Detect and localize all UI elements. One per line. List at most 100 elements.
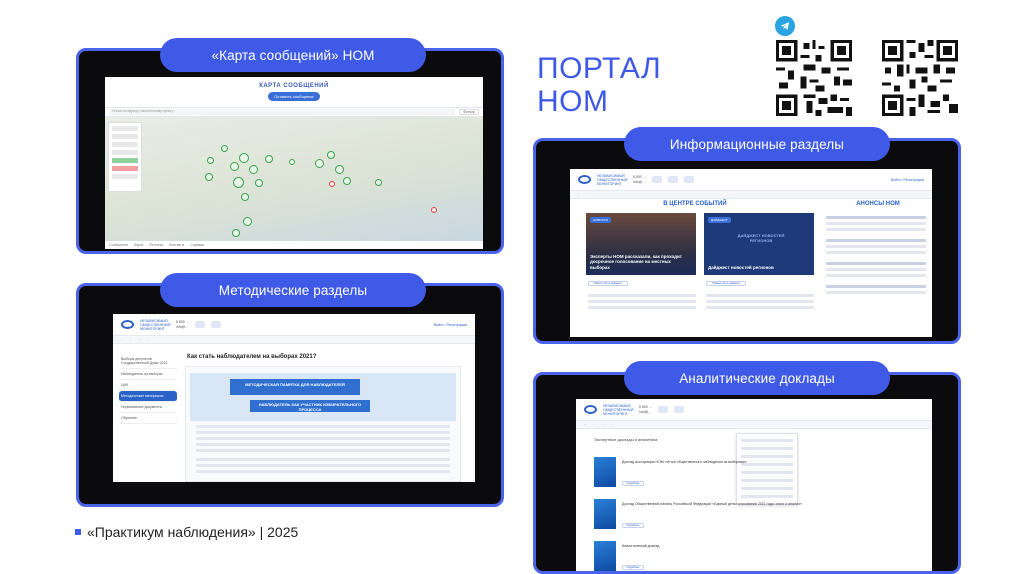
map-marker[interactable] (375, 179, 382, 186)
map-marker[interactable] (230, 162, 239, 171)
map-marker[interactable] (207, 157, 214, 164)
map-footer-link[interactable]: Карта (134, 243, 143, 247)
report-cover (594, 541, 616, 571)
map-marker[interactable] (243, 217, 252, 226)
portal-title-line2: НОМ (537, 85, 609, 118)
map-marker[interactable] (265, 155, 273, 163)
map-panel: КАРТА СООБЩЕНИЙ Оставить сообщение Поиск… (76, 48, 504, 254)
method-screenshot: НЕЗАВИСИМЫЙ ОБЩЕСТВЕННЫЙ МОНИТОРИНГ 8 80… (113, 314, 475, 482)
slide: ПОРТАЛ НОМ КАРТА СООБЩЕНИЙ Оставить сооб… (0, 0, 1024, 574)
telegram-icon[interactable] (667, 176, 678, 183)
eye-logo-icon (121, 320, 134, 329)
site-logo-text: НЕЗАВИСИМЫЙ ОБЩЕСТВЕННЫЙ МОНИТОРИНГ (597, 173, 628, 186)
digest-card-text (706, 291, 814, 309)
map-canvas[interactable] (105, 117, 483, 241)
vk-icon[interactable] (651, 176, 662, 183)
news-card-tag: НОВОСТИ (590, 217, 611, 223)
login-link[interactable]: Войти / Регистрация (434, 323, 467, 327)
map-filter-button[interactable]: Фильтр (459, 109, 479, 115)
reports-section-title: Экспертные доклады и аналитика (594, 437, 658, 442)
news-card[interactable]: НОВОСТИ Эксперты НОМ рассказали, как про… (586, 213, 696, 275)
reports-screenshot: НЕЗАВИСИМЫЙ ОБЩЕСТВЕННЫЙ МОНИТОРИНГ 8 80… (576, 399, 932, 571)
report-cover (594, 457, 616, 487)
digest-card[interactable]: ДАЙДЖЕСТ ДАЙДЖЕСТ НОВОСТЕЙ РЕГИОНОВ Дайд… (704, 213, 814, 275)
reports-panel-label: Аналитические доклады (624, 361, 890, 395)
site-header: НЕЗАВИСИМЫЙ ОБЩЕСТВЕННЫЙ МОНИТОРИНГ 8 80… (576, 399, 932, 421)
vk-icon[interactable] (194, 321, 205, 328)
report-title: Доклад Общественной палаты Российской Фе… (622, 502, 802, 506)
announce-list (826, 213, 926, 294)
site-logo-text: НЕЗАВИСИМЫЙ ОБЩЕСТВЕННЫЙ МОНИТОРИНГ (140, 318, 171, 331)
map-marker[interactable] (335, 165, 344, 174)
map-marker[interactable] (329, 181, 335, 187)
map-screenshot: КАРТА СООБЩЕНИЙ Оставить сообщение Поиск… (105, 77, 483, 249)
site-contacts: 8 800 ... info@... (176, 319, 189, 329)
map-marker[interactable] (221, 145, 228, 152)
map-footer: Сообщения Карта Регионы Контакты Справка (105, 241, 483, 249)
news-card-title: Эксперты НОМ рассказали, как проходит до… (590, 253, 682, 270)
eye-logo-icon (578, 175, 591, 184)
map-search-input[interactable]: Поиск по адресу, населённому пункту (109, 109, 456, 115)
map-marker[interactable] (205, 173, 213, 181)
method-banner: МЕТОДИЧЕСКАЯ ПАМЯТКА ДЛЯ НАБЛЮДАТЕЛЕЙ НА… (190, 373, 456, 421)
center-section-title: В ЦЕНТРЕ СОБЫТИЙ (663, 201, 727, 207)
map-marker[interactable] (431, 207, 437, 213)
leave-message-button[interactable]: Оставить сообщение (268, 92, 320, 101)
map-marker[interactable] (343, 177, 351, 185)
sidebar-item[interactable]: Выборы депутатов Государственной Думы 20… (119, 354, 177, 369)
vk-icon[interactable] (657, 406, 668, 413)
report-item[interactable]: Доклад Общественной палаты Российской Фе… (594, 499, 920, 537)
method-panel: НЕЗАВИСИМЫЙ ОБЩЕСТВЕННЫЙ МОНИТОРИНГ 8 80… (76, 283, 504, 507)
map-footer-link[interactable]: Сообщения (109, 243, 128, 247)
report-title: Доклад Ассоциации НОМ «Итоги общественно… (622, 460, 747, 464)
map-footer-link[interactable]: Регионы (149, 243, 163, 247)
sidebar-item[interactable]: Обучение (119, 413, 177, 424)
map-marker[interactable] (239, 153, 249, 163)
more-digest-button[interactable]: Главные фото-дайджест (706, 281, 746, 286)
map-marker[interactable] (232, 229, 240, 237)
method-panel-label: Методические разделы (160, 273, 426, 307)
login-link[interactable]: Войти / Регистрация (891, 178, 924, 182)
map-marker[interactable] (233, 177, 244, 188)
report-more-button[interactable]: Подробнее (622, 481, 644, 486)
portal-title: ПОРТАЛ НОМ (537, 52, 661, 118)
site-logo-text: НЕЗАВИСИМЫЙ ОБЩЕСТВЕННЫЙ МОНИТОРИНГ (603, 403, 634, 416)
footer-text: «Практикум наблюдения» | 2025 (87, 524, 299, 540)
youtube-icon[interactable] (683, 176, 694, 183)
sidebar-item[interactable]: ЦИК (119, 380, 177, 391)
more-news-button[interactable]: Новости фото-дайджест (588, 281, 628, 286)
map-page-title: КАРТА СООБЩЕНИЙ (259, 83, 329, 89)
sidebar-item[interactable]: Нормативные документы (119, 402, 177, 413)
info-panel-label: Информационные разделы (624, 127, 890, 161)
report-more-button[interactable]: Подробнее (622, 523, 644, 528)
sidebar-item[interactable]: Наблюдатель на выборах (119, 369, 177, 380)
portal-title-line1: ПОРТАЛ (537, 52, 662, 85)
map-marker[interactable] (249, 165, 258, 174)
map-panel-label: «Карта сообщений» НОМ (160, 38, 426, 72)
map-marker[interactable] (289, 159, 295, 165)
telegram-icon[interactable] (210, 321, 221, 328)
qr-code-icon[interactable] (882, 40, 958, 116)
map-footer-link[interactable]: Контакты (169, 243, 184, 247)
report-more-button[interactable]: Подробнее (622, 565, 644, 570)
method-page-title: Как стать наблюдателем на выборах 2021? (187, 354, 317, 360)
site-contacts: 8 800 ... info@... (633, 174, 646, 184)
report-item[interactable]: Аналитический доклад Подробнее (594, 541, 920, 571)
map-marker[interactable] (241, 193, 249, 201)
telegram-icon[interactable] (673, 406, 684, 413)
info-screenshot: НЕЗАВИСИМЫЙ ОБЩЕСТВЕННЫЙ МОНИТОРИНГ 8 80… (570, 169, 932, 337)
map-marker[interactable] (315, 159, 324, 168)
announce-section-title: АНОНСЫ НОМ (856, 201, 900, 207)
telegram-icon[interactable] (775, 16, 795, 36)
qr-code-icon[interactable] (776, 40, 852, 116)
map-marker[interactable] (255, 179, 263, 187)
report-item[interactable]: Доклад Ассоциации НОМ «Итоги общественно… (594, 457, 920, 495)
sidebar-item-active[interactable]: Методические материалы (119, 391, 177, 402)
slide-footer: «Практикум наблюдения» | 2025 (75, 524, 298, 540)
digest-banner: ДАЙДЖЕСТ НОВОСТЕЙ РЕГИОНОВ (737, 233, 785, 243)
info-panel: НЕЗАВИСИМЫЙ ОБЩЕСТВЕННЫЙ МОНИТОРИНГ 8 80… (533, 138, 961, 344)
report-cover (594, 499, 616, 529)
map-footer-link[interactable]: Справка (190, 243, 204, 247)
map-search-bar: Поиск по адресу, населённому пункту Филь… (105, 107, 483, 117)
map-marker[interactable] (327, 151, 335, 159)
